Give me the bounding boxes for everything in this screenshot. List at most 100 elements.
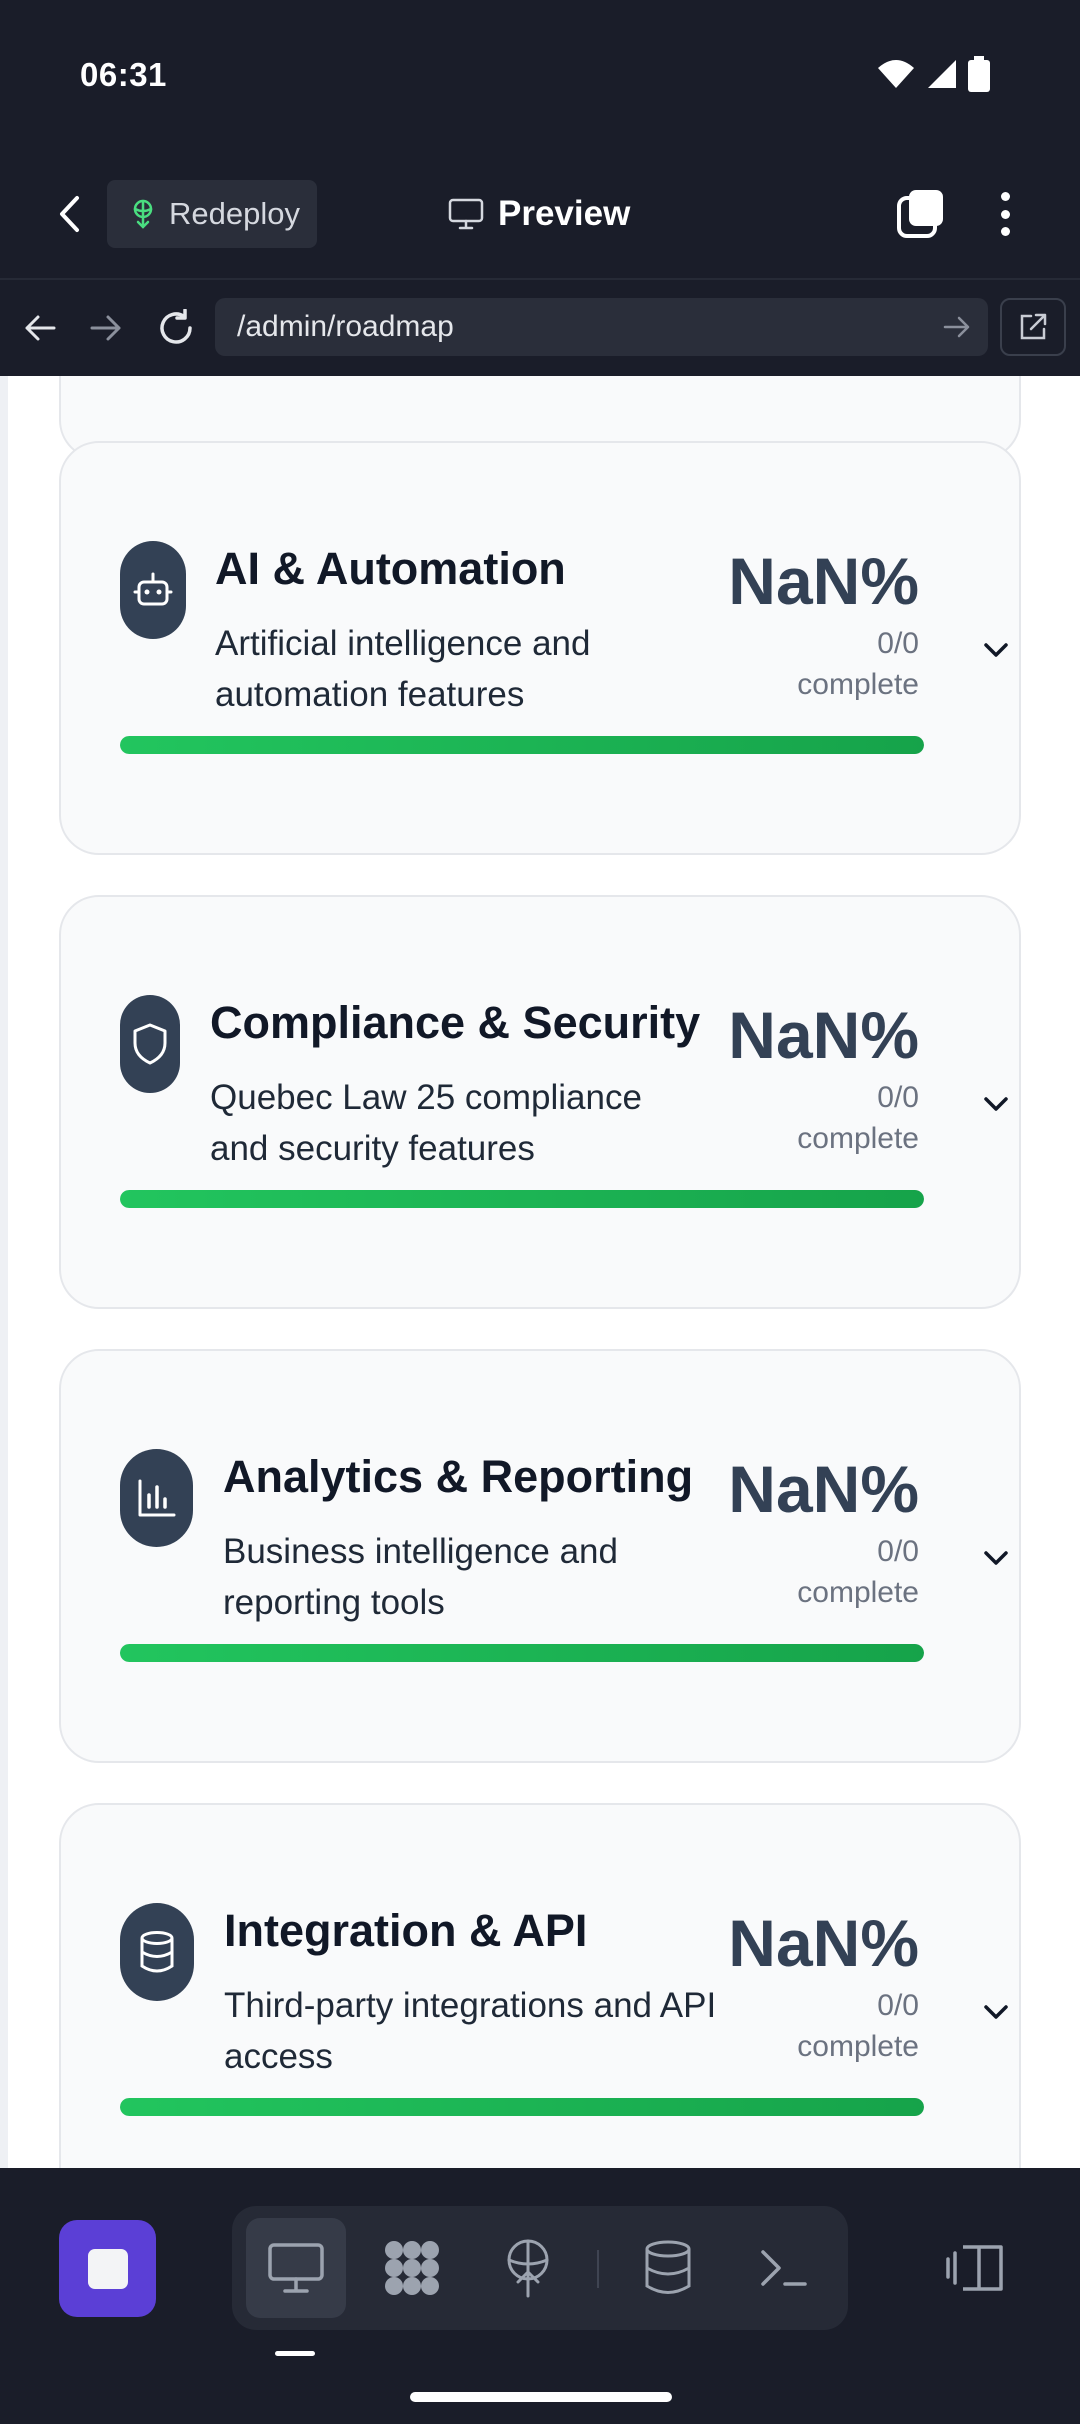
shield-icon (120, 995, 180, 1093)
card-description: Artificial intelligence and automation f… (215, 624, 591, 714)
roadmap-list: AI & Automation Artificial intelligence … (0, 376, 1080, 2168)
page-content: AI & Automation Artificial intelligence … (0, 376, 1080, 2168)
database-icon (645, 2240, 691, 2294)
card-count-label: complete (797, 1122, 919, 1155)
expand-button[interactable] (979, 1541, 1013, 1575)
bar-chart-icon (120, 1449, 193, 1547)
bottom-dock (0, 2168, 1080, 2424)
card-count: 0/0 complete (719, 1531, 919, 1613)
tabs-button[interactable] (895, 188, 947, 240)
status-icons (876, 56, 990, 92)
more-dot (1000, 227, 1010, 236)
card-percent: NaN% (728, 1452, 919, 1526)
progress-fill (120, 2098, 924, 2116)
browser-bar: /admin/roadmap (0, 278, 1080, 376)
progress-bar (120, 1644, 924, 1662)
stop-icon (87, 2248, 128, 2289)
card-title: AI & Automation (215, 543, 566, 594)
deploy-icon (507, 2239, 549, 2298)
more-dot (1000, 209, 1010, 219)
browser-back-button[interactable] (14, 302, 66, 354)
home-indicator[interactable] (410, 2392, 672, 2402)
reload-icon (160, 309, 192, 344)
card-description: Third-party integrations and API access (224, 1986, 717, 2076)
signal-icon (928, 60, 956, 88)
go-arrow-icon[interactable] (940, 310, 974, 344)
tool-preview[interactable] (246, 2218, 346, 2318)
external-link-icon (1020, 313, 1047, 340)
monitor-icon (448, 198, 484, 230)
redeploy-button[interactable]: Redeploy (107, 180, 317, 248)
chevron-down-icon (984, 643, 1008, 657)
chevron-down-icon (984, 1097, 1008, 1111)
expand-button[interactable] (979, 1995, 1013, 2029)
arrow-right-icon (90, 315, 121, 341)
chevron-down-icon (984, 1551, 1008, 1565)
deploy-icon (133, 199, 153, 229)
status-time: 06:31 (80, 56, 167, 93)
arrow-left-icon (25, 315, 56, 341)
roadmap-card[interactable]: Integration & API Third-party integratio… (59, 1803, 1021, 2168)
card-title: Integration & API (224, 1905, 588, 1956)
card-count-label: complete (797, 668, 919, 701)
terminal-icon (761, 2250, 807, 2286)
expand-button[interactable] (979, 633, 1013, 667)
open-external-button[interactable] (1000, 298, 1066, 356)
expand-button[interactable] (979, 1087, 1013, 1121)
progress-fill (120, 1190, 924, 1208)
card-title: Analytics & Reporting (223, 1451, 694, 1502)
page-title: Preview (498, 194, 631, 233)
roadmap-card[interactable]: Compliance & Security Quebec Law 25 comp… (59, 895, 1021, 1309)
url-text: /admin/roadmap (237, 310, 454, 343)
more-options-button[interactable] (985, 188, 1025, 240)
robot-icon (120, 541, 186, 639)
scroll-edge (0, 376, 8, 2168)
roadmap-card[interactable]: Analytics & Reporting Business intellige… (59, 1349, 1021, 1763)
card-count-value: 0/0 (877, 1081, 919, 1114)
wifi-icon (878, 60, 914, 88)
card-description: Quebec Law 25 compliance and security fe… (210, 1078, 642, 1168)
progress-bar (120, 2098, 924, 2116)
card-percent: NaN% (728, 544, 919, 618)
app-bar: Redeploy Preview (0, 150, 1080, 278)
card-percent: NaN% (728, 1906, 919, 1980)
active-tool-indicator (275, 2351, 315, 2356)
monitor-icon (268, 2243, 324, 2293)
status-bar: 06:31 (0, 0, 1080, 150)
layout-toggle-button[interactable] (940, 2223, 1010, 2313)
tabs-icon (897, 190, 943, 238)
roadmap-card[interactable]: AI & Automation Artificial intelligence … (59, 441, 1021, 855)
tool-separator (597, 2250, 599, 2288)
chevron-left-icon (60, 196, 79, 232)
card-count-value: 0/0 (877, 627, 919, 660)
tool-group (232, 2206, 848, 2330)
tool-terminal[interactable] (734, 2218, 834, 2318)
tool-deploy[interactable] (478, 2218, 578, 2318)
stop-button[interactable] (59, 2220, 156, 2317)
more-dot (1000, 192, 1010, 201)
progress-fill (120, 1644, 924, 1662)
card-count: 0/0 complete (719, 1077, 919, 1159)
card-description: Business intelligence and reporting tool… (223, 1532, 618, 1622)
redeploy-label: Redeploy (169, 196, 300, 231)
back-button[interactable] (40, 188, 100, 240)
tool-apps[interactable] (362, 2218, 462, 2318)
progress-bar (120, 1190, 924, 1208)
card-count-label: complete (797, 1576, 919, 1609)
card-count-label: complete (797, 2030, 919, 2063)
card-count: 0/0 complete (719, 1985, 919, 2067)
url-input[interactable]: /admin/roadmap (215, 298, 988, 356)
browser-forward-button[interactable] (80, 302, 132, 354)
reload-button[interactable] (150, 302, 202, 354)
card-count-value: 0/0 (877, 1535, 919, 1568)
database-icon (120, 1903, 194, 2001)
progress-fill (120, 736, 924, 754)
card-title: Compliance & Security (210, 997, 701, 1048)
apps-icon (385, 2241, 439, 2295)
tool-database[interactable] (618, 2218, 718, 2318)
chevron-down-icon (984, 2005, 1008, 2019)
card-count-value: 0/0 (877, 1989, 919, 2022)
battery-icon (968, 56, 990, 92)
card-percent: NaN% (728, 998, 919, 1072)
card-count: 0/0 complete (719, 623, 919, 705)
